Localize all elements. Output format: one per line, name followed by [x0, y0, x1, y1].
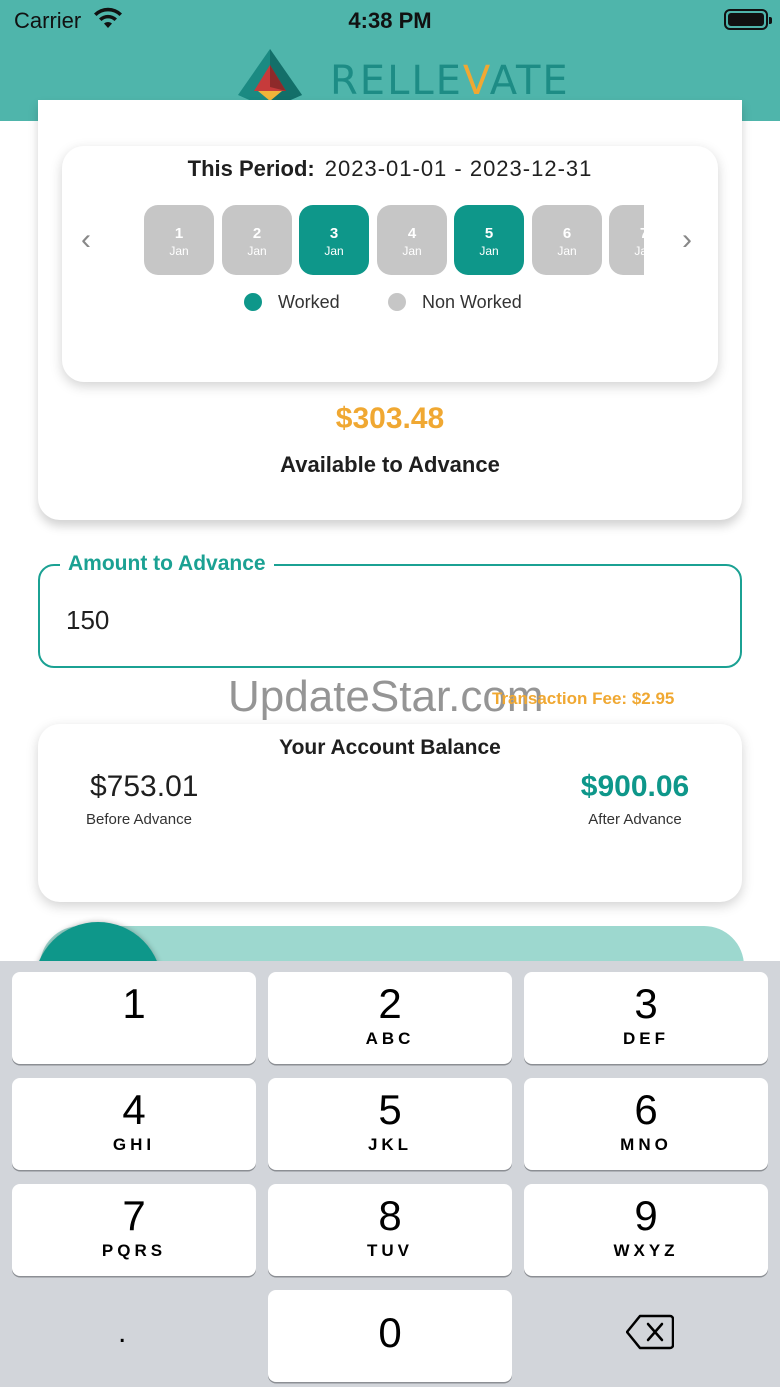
key-6[interactable]: 6 MNO	[524, 1078, 768, 1170]
balance-title: Your Account Balance	[279, 736, 501, 759]
key-0[interactable]: 0	[268, 1290, 512, 1382]
key-8[interactable]: 8 TUV	[268, 1184, 512, 1276]
day-chip[interactable]: 4 Jan	[377, 205, 447, 275]
key-digit: 6	[634, 1086, 658, 1133]
key-letters: PQRS	[101, 1241, 167, 1260]
day-month: Jan	[634, 244, 644, 258]
balance-after-label: After Advance	[588, 811, 682, 828]
status-bar: Carrier 4:38 PM	[0, 0, 780, 40]
day-number: 4	[407, 225, 417, 242]
key-digit: 0	[378, 1309, 402, 1356]
brand-wordmark: RELLEVATE	[330, 58, 570, 104]
backspace-icon[interactable]	[626, 1314, 674, 1350]
key-letters: WXYZ	[613, 1241, 679, 1260]
key-4[interactable]: 4 GHI	[12, 1078, 256, 1170]
day-scroller[interactable]: 1 Jan 2 Jan 3 Jan 4 Jan 5 Jan 6 Jan 7 Jan	[144, 205, 644, 275]
legend-worked-label: Worked	[278, 292, 340, 312]
battery-icon	[724, 9, 772, 30]
key-letters: MNO	[620, 1135, 672, 1154]
key-letters: JKL	[367, 1135, 413, 1154]
key-letters: DEF	[623, 1029, 669, 1048]
day-chip[interactable]: 5 Jan	[454, 205, 524, 275]
balance-after-value: $900.06	[580, 770, 690, 803]
day-month: Jan	[169, 244, 189, 258]
day-number: 2	[252, 225, 262, 242]
key-digit: 4	[122, 1086, 146, 1133]
amount-input[interactable]	[66, 600, 706, 640]
day-chip[interactable]: 7 Jan	[609, 205, 644, 275]
key-digit: 7	[122, 1192, 146, 1239]
key-digit: 5	[378, 1086, 402, 1133]
amount-field-label: Amount to Advance	[60, 552, 274, 576]
period-range: 2023-01-01 - 2023-12-31	[324, 156, 593, 181]
chevron-left-icon[interactable]: ‹	[76, 225, 96, 255]
day-chip[interactable]: 6 Jan	[532, 205, 602, 275]
status-time: 4:38 PM	[348, 8, 432, 33]
key-3[interactable]: 3 DEF	[524, 972, 768, 1064]
day-month: Jan	[479, 244, 499, 258]
period-header: This Period: 2023-01-01 - 2023-12-31	[0, 156, 780, 182]
day-month: Jan	[247, 244, 267, 258]
balance-before-label: Before Advance	[86, 811, 192, 828]
key-digit: 2	[378, 980, 402, 1027]
key-2[interactable]: 2 ABC	[268, 972, 512, 1064]
key-digit: 9	[634, 1192, 658, 1239]
key-letters: GHI	[112, 1135, 156, 1154]
key-decimal[interactable]: .	[118, 1316, 126, 1350]
legend-non-worked-label: Non Worked	[422, 292, 522, 312]
day-number: 5	[484, 225, 494, 242]
brand-wordmark-part: ATE	[489, 58, 570, 104]
chevron-right-icon[interactable]: ›	[677, 225, 697, 255]
day-chip[interactable]: 3 Jan	[299, 205, 369, 275]
available-amount: $303.48	[335, 402, 445, 435]
brand-wordmark-part: RELLE	[330, 58, 463, 104]
legend-worked: Worked	[244, 292, 340, 316]
key-letters: TUV	[367, 1241, 413, 1260]
key-9[interactable]: 9 WXYZ	[524, 1184, 768, 1276]
non-worked-dot-icon	[388, 293, 406, 311]
key-digit: 3	[634, 980, 658, 1027]
day-chip[interactable]: 1 Jan	[144, 205, 214, 275]
day-month: Jan	[324, 244, 344, 258]
transaction-fee: Transaction Fee: $2.95	[492, 689, 675, 708]
period-label: This Period:	[187, 156, 315, 181]
balance-before-value: $753.01	[90, 770, 199, 803]
day-month: Jan	[402, 244, 422, 258]
day-number: 3	[329, 225, 339, 242]
key-letters: ABC	[365, 1029, 415, 1048]
day-number: 1	[174, 225, 184, 242]
brand-wordmark-accent: V	[462, 58, 490, 104]
day-number: 7	[609, 225, 644, 242]
key-5[interactable]: 5 JKL	[268, 1078, 512, 1170]
day-chip[interactable]: 2 Jan	[222, 205, 292, 275]
day-number: 6	[562, 225, 572, 242]
legend-non-worked: Non Worked	[388, 292, 522, 316]
available-label: Available to Advance	[280, 452, 500, 477]
key-digit: 1	[122, 980, 146, 1027]
worked-dot-icon	[244, 293, 262, 311]
key-digit: 8	[378, 1192, 402, 1239]
key-7[interactable]: 7 PQRS	[12, 1184, 256, 1276]
day-month: Jan	[557, 244, 577, 258]
key-1[interactable]: 1	[12, 972, 256, 1064]
